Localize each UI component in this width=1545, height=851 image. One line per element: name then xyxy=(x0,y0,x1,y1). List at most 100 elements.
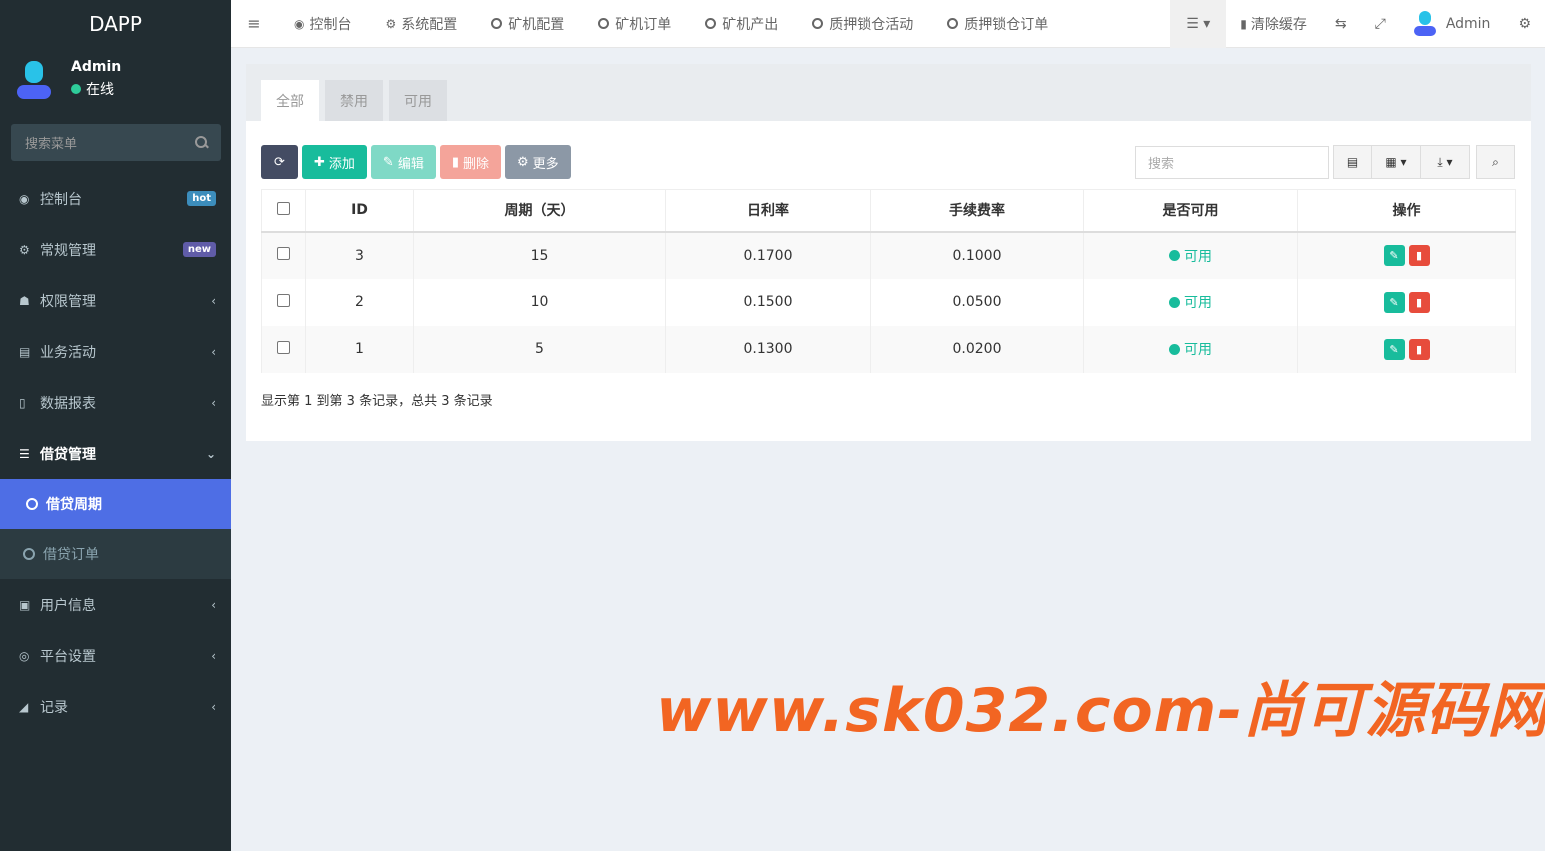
circle-icon xyxy=(26,498,38,510)
search-icon[interactable]: ⌕ xyxy=(1476,145,1515,179)
column-header-period[interactable]: 周期（天） xyxy=(413,189,666,233)
status-dot-icon xyxy=(1169,296,1180,308)
cell-actions: ✎ ▮ xyxy=(1297,231,1516,279)
cell-status: 可用 xyxy=(1083,325,1298,373)
sidebar-item-platform-settings[interactable]: ◎ 平台设置 ‹ xyxy=(0,630,231,681)
tab-disabled[interactable]: 禁用 xyxy=(325,80,383,121)
row-edit-button[interactable]: ✎ xyxy=(1383,291,1405,313)
delete-button[interactable]: ▮ 删除 xyxy=(439,145,502,179)
table-row[interactable]: 2 10 0.1500 0.0500 可用 ✎ ▮ xyxy=(261,278,1516,326)
cell-id: 1 xyxy=(305,325,414,373)
cell-daily-rate: 0.1700 xyxy=(665,231,871,279)
settings-gear-icon[interactable]: ⚙ xyxy=(1504,0,1545,48)
cell-daily-rate: 0.1500 xyxy=(665,278,871,326)
sidebar-item-user-info[interactable]: ▣ 用户信息 ‹ xyxy=(0,579,231,630)
columns-dropdown-icon[interactable]: ▦ ▾ xyxy=(1371,145,1421,179)
cogs-icon: ⚙ xyxy=(19,242,30,257)
sidebar: DAPP Admin 在线 搜索菜单 ◉ 控制台 hot ⚙ 常规管理 new … xyxy=(0,0,231,851)
tabs-menu-dropdown[interactable]: ☰ ▾ xyxy=(1170,0,1227,48)
online-dot-icon xyxy=(71,84,81,94)
area-chart-icon: ◢ xyxy=(19,699,29,714)
user-name: Admin xyxy=(71,59,122,75)
tab-miner-orders[interactable]: 矿机订单 xyxy=(581,0,688,48)
plus-icon: ✚ xyxy=(314,154,325,170)
row-delete-button[interactable]: ▮ xyxy=(1408,291,1430,313)
tab-staking-activity[interactable]: 质押锁仓活动 xyxy=(795,0,930,48)
column-header-status[interactable]: 是否可用 xyxy=(1083,189,1298,233)
cell-actions: ✎ ▮ xyxy=(1297,325,1516,373)
status-badge[interactable]: 可用 xyxy=(1169,339,1212,359)
cell-fee-rate: 0.1000 xyxy=(870,231,1084,279)
sidebar-toggle-icon[interactable]: ≡ xyxy=(231,0,277,48)
sidebar-item-records[interactable]: ◢ 记录 ‹ xyxy=(0,681,231,732)
row-checkbox[interactable] xyxy=(277,293,290,307)
cell-status: 可用 xyxy=(1083,278,1298,326)
trash-icon: ▮ xyxy=(451,154,459,170)
tab-staking-orders[interactable]: 质押锁仓订单 xyxy=(930,0,1065,48)
search-icon[interactable] xyxy=(195,135,209,150)
circle-icon xyxy=(598,18,610,29)
menu-search-input[interactable]: 搜索菜单 xyxy=(11,124,221,161)
sidebar-item-general[interactable]: ⚙ 常规管理 new xyxy=(0,224,231,275)
add-button[interactable]: ✚ 添加 xyxy=(302,145,367,179)
sidebar-item-dashboard[interactable]: ◉ 控制台 hot xyxy=(0,173,231,224)
sidebar-subitem-lending-period[interactable]: 借贷周期 xyxy=(0,479,231,529)
address-book-icon: ▣ xyxy=(19,597,31,612)
tab-enabled[interactable]: 可用 xyxy=(389,80,447,121)
trash-icon: ▮ xyxy=(1240,16,1247,31)
sidebar-item-lending[interactable]: ☰ 借贷管理 ⌄ xyxy=(0,428,231,479)
status-dot-icon xyxy=(1169,343,1180,355)
list-icon: ☰ ▾ xyxy=(1186,15,1211,32)
cell-fee-rate: 0.0200 xyxy=(870,325,1084,373)
row-edit-button[interactable]: ✎ xyxy=(1383,245,1405,266)
select-all-checkbox[interactable] xyxy=(277,201,290,215)
edit-button[interactable]: ✎ 编辑 xyxy=(370,145,436,179)
column-header-id[interactable]: ID xyxy=(305,189,414,233)
sidebar-item-business[interactable]: ▤ 业务活动 ‹ xyxy=(0,326,231,377)
tab-system-config[interactable]: ⚙ 系统配置 xyxy=(368,0,474,48)
table-search-input[interactable]: 搜索 xyxy=(1135,146,1329,179)
tab-all[interactable]: 全部 xyxy=(261,80,319,121)
refresh-button[interactable]: ⟳ xyxy=(261,145,298,179)
chevron-left-icon: ‹ xyxy=(211,699,216,714)
clear-cache-button[interactable]: ▮ 清除缓存 xyxy=(1226,0,1321,48)
status-badge[interactable]: 可用 xyxy=(1169,246,1212,266)
chevron-left-icon: ‹ xyxy=(211,648,216,663)
row-checkbox[interactable] xyxy=(277,340,290,354)
fullscreen-icon[interactable]: ⤢ xyxy=(1361,0,1400,48)
circle-icon xyxy=(705,18,717,29)
tab-dashboard[interactable]: ◉ 控制台 xyxy=(277,0,368,48)
column-header-daily-rate[interactable]: 日利率 xyxy=(665,189,871,233)
main-content-panel: 全部 禁用 可用 ⟳ ✚ 添加 ✎ 编辑 ▮ 删除 ⚙ 更多 搜索 ▤ ▦ ▾ ⤓ ▾ … xyxy=(246,64,1531,441)
tab-miner-config[interactable]: 矿机配置 xyxy=(474,0,581,48)
table-row[interactable]: 3 15 0.1700 0.1000 可用 ✎ ▮ xyxy=(261,231,1516,279)
pencil-icon: ✎ xyxy=(382,154,394,170)
sidebar-item-permissions[interactable]: ☗ 权限管理 ‹ xyxy=(0,275,231,326)
language-icon[interactable]: ⇆ xyxy=(1321,0,1361,48)
row-delete-button[interactable]: ▮ xyxy=(1408,338,1430,360)
chevron-left-icon: ‹ xyxy=(211,293,216,308)
app-logo[interactable]: DAPP xyxy=(0,0,231,48)
dashboard-icon: ◉ xyxy=(294,16,305,31)
hot-badge: hot xyxy=(187,191,216,206)
row-delete-button[interactable]: ▮ xyxy=(1408,245,1430,266)
row-edit-button[interactable]: ✎ xyxy=(1383,338,1405,360)
row-checkbox[interactable] xyxy=(277,247,290,260)
gear-icon: ⚙ xyxy=(385,16,397,31)
sidebar-item-reports[interactable]: ▯ 数据报表 ‹ xyxy=(0,377,231,428)
export-dropdown-icon[interactable]: ⤓ ▾ xyxy=(1420,145,1470,179)
gear-icon: ⚙ xyxy=(517,154,529,170)
more-button[interactable]: ⚙ 更多 xyxy=(505,145,571,179)
avatar xyxy=(1413,10,1436,37)
status-badge[interactable]: 可用 xyxy=(1169,292,1212,312)
sidebar-subitem-lending-orders[interactable]: 借贷订单 xyxy=(0,529,231,579)
user-menu[interactable]: Admin xyxy=(1400,0,1505,48)
menu-search-placeholder: 搜索菜单 xyxy=(25,137,78,152)
user-status: 在线 xyxy=(71,79,121,99)
card-view-icon[interactable]: ▤ xyxy=(1333,145,1372,179)
table-row[interactable]: 1 5 0.1300 0.0200 可用 ✎ ▮ xyxy=(261,325,1516,373)
lending-period-table: ID 周期（天） 日利率 手续费率 是否可用 操作 3 15 0.1700 0.… xyxy=(261,189,1516,373)
column-header-fee-rate[interactable]: 手续费率 xyxy=(870,189,1084,233)
tab-miner-output[interactable]: 矿机产出 xyxy=(688,0,795,48)
cell-actions: ✎ ▮ xyxy=(1297,278,1516,326)
